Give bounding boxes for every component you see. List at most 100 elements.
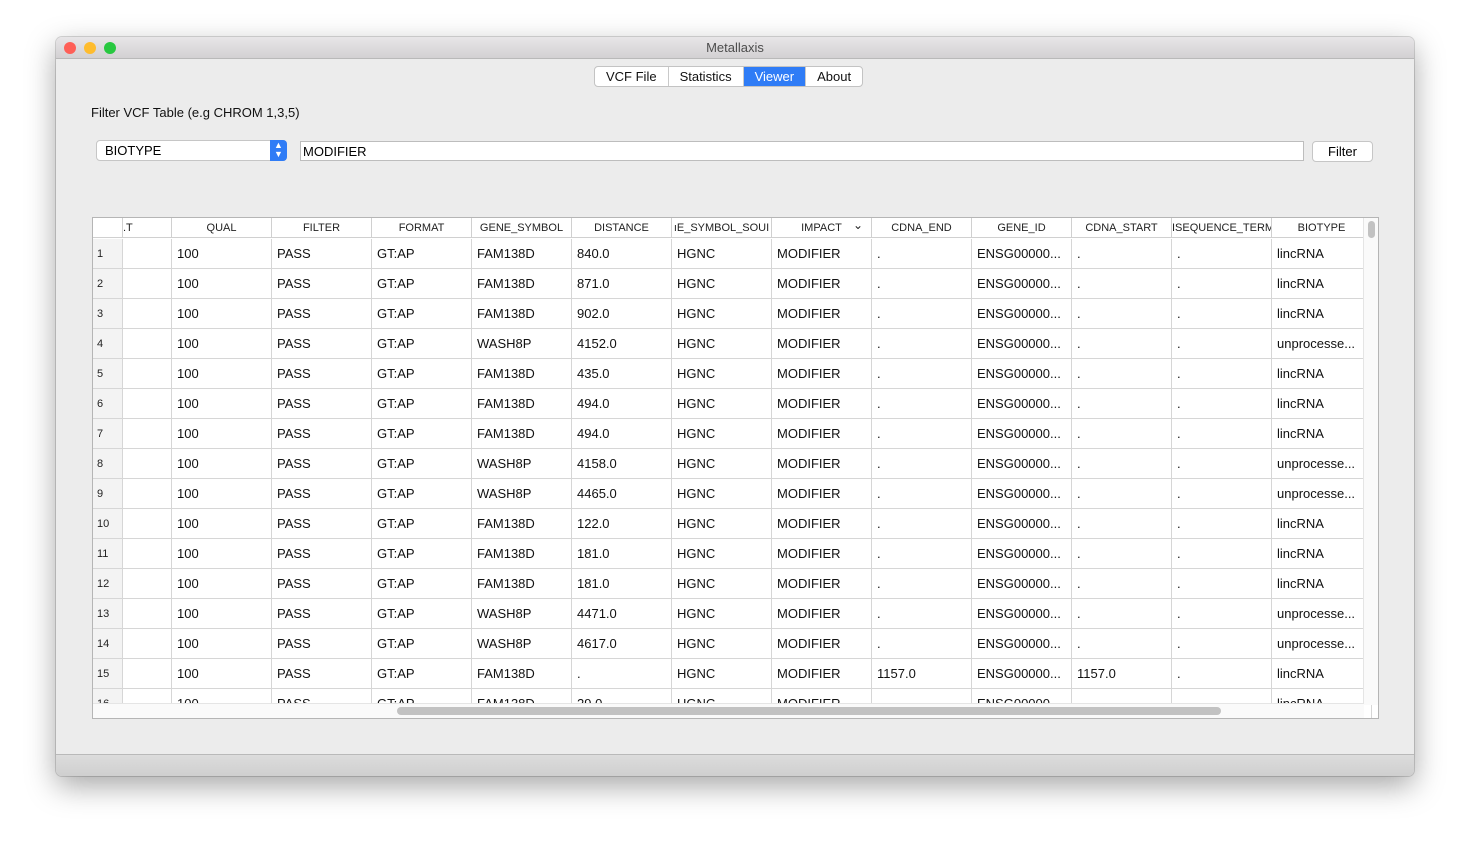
cell-biotype[interactable]: lincRNA bbox=[1272, 389, 1372, 418]
cell-gene-id[interactable]: ENSG00000... bbox=[972, 569, 1072, 598]
cell-distance[interactable]: 122.0 bbox=[572, 509, 672, 538]
cell-cdna-end[interactable]: . bbox=[872, 389, 972, 418]
cell-format[interactable]: GT:AP bbox=[372, 509, 472, 538]
cell-format[interactable]: GT:AP bbox=[372, 599, 472, 628]
cell-gene-id[interactable]: ENSG00000... bbox=[972, 359, 1072, 388]
tab-viewer[interactable]: Viewer bbox=[743, 67, 807, 86]
cell-distance[interactable]: 4617.0 bbox=[572, 629, 672, 658]
cell-qual[interactable]: 100 bbox=[172, 449, 272, 478]
cell-qual[interactable]: 100 bbox=[172, 269, 272, 298]
cell-filter[interactable]: PASS bbox=[272, 419, 372, 448]
cell-distance[interactable]: 840.0 bbox=[572, 239, 672, 268]
cell-gene-id[interactable]: ENSG00000... bbox=[972, 479, 1072, 508]
row-number[interactable]: 15 bbox=[93, 659, 123, 688]
cell-qual[interactable]: 100 bbox=[172, 299, 272, 328]
cell-gene-id[interactable]: ENSG00000... bbox=[972, 539, 1072, 568]
cell-lt[interactable] bbox=[123, 269, 172, 298]
cell-filter[interactable]: PASS bbox=[272, 509, 372, 538]
cell-gene-symbol[interactable]: FAM138D bbox=[472, 239, 572, 268]
cell-gene-symbol-source[interactable]: HGNC bbox=[672, 509, 772, 538]
cell-impact[interactable]: MODIFIER bbox=[772, 569, 872, 598]
row-number[interactable]: 10 bbox=[93, 509, 123, 538]
cell-format[interactable]: GT:AP bbox=[372, 419, 472, 448]
cell-qual[interactable]: 100 bbox=[172, 629, 272, 658]
cell-sequence-term[interactable]: . bbox=[1172, 389, 1272, 418]
cell-lt[interactable] bbox=[123, 539, 172, 568]
cell-sequence-term[interactable]: . bbox=[1172, 629, 1272, 658]
row-number[interactable]: 6 bbox=[93, 389, 123, 418]
column-header-biotype[interactable]: BIOTYPE bbox=[1272, 218, 1372, 237]
cell-cdna-start[interactable]: . bbox=[1072, 299, 1172, 328]
column-header-gene-symbol-source[interactable]: ıE_SYMBOL_SOUI bbox=[672, 218, 772, 237]
cell-format[interactable]: GT:AP bbox=[372, 269, 472, 298]
cell-biotype[interactable]: lincRNA bbox=[1272, 539, 1372, 568]
filter-value-input[interactable]: MODIFIER bbox=[300, 141, 1304, 161]
cell-sequence-term[interactable]: . bbox=[1172, 449, 1272, 478]
cell-cdna-end[interactable]: . bbox=[872, 599, 972, 628]
cell-impact[interactable]: MODIFIER bbox=[772, 359, 872, 388]
row-number[interactable]: 1 bbox=[93, 239, 123, 268]
cell-gene-symbol-source[interactable]: HGNC bbox=[672, 329, 772, 358]
cell-sequence-term[interactable]: . bbox=[1172, 479, 1272, 508]
column-header-filter[interactable]: FILTER bbox=[272, 218, 372, 237]
cell-sequence-term[interactable]: . bbox=[1172, 269, 1272, 298]
cell-filter[interactable]: PASS bbox=[272, 269, 372, 298]
cell-gene-id[interactable]: ENSG00000... bbox=[972, 449, 1072, 478]
cell-lt[interactable] bbox=[123, 359, 172, 388]
cell-gene-id[interactable]: ENSG00000... bbox=[972, 659, 1072, 688]
cell-filter[interactable]: PASS bbox=[272, 629, 372, 658]
cell-filter[interactable]: PASS bbox=[272, 299, 372, 328]
cell-cdna-end[interactable]: . bbox=[872, 329, 972, 358]
table-row[interactable]: 3 100 PASS GT:AP FAM138D 902.0 HGNC MODIFIER. EN… bbox=[93, 299, 1372, 329]
cell-gene-symbol[interactable]: FAM138D bbox=[472, 659, 572, 688]
cell-impact[interactable]: MODIFIER bbox=[772, 539, 872, 568]
cell-distance[interactable]: 871.0 bbox=[572, 269, 672, 298]
column-header-gene-symbol[interactable]: GENE_SYMBOL bbox=[472, 218, 572, 237]
column-select[interactable]: BIOTYPE ▲ ▼ bbox=[96, 140, 287, 161]
cell-gene-symbol-source[interactable]: HGNC bbox=[672, 389, 772, 418]
cell-biotype[interactable]: unprocesse... bbox=[1272, 599, 1372, 628]
cell-gene-symbol-source[interactable]: HGNC bbox=[672, 419, 772, 448]
cell-cdna-end[interactable]: . bbox=[872, 359, 972, 388]
cell-gene-symbol[interactable]: FAM138D bbox=[472, 419, 572, 448]
cell-distance[interactable]: . bbox=[572, 659, 672, 688]
horizontal-scrollbar[interactable] bbox=[93, 703, 1364, 718]
cell-cdna-end[interactable]: . bbox=[872, 569, 972, 598]
cell-format[interactable]: GT:AP bbox=[372, 539, 472, 568]
cell-gene-symbol[interactable]: WASH8P bbox=[472, 449, 572, 478]
cell-biotype[interactable]: lincRNA bbox=[1272, 509, 1372, 538]
cell-cdna-end[interactable]: . bbox=[872, 479, 972, 508]
cell-qual[interactable]: 100 bbox=[172, 569, 272, 598]
cell-format[interactable]: GT:AP bbox=[372, 659, 472, 688]
cell-cdna-end[interactable]: 1157.0 bbox=[872, 659, 972, 688]
cell-filter[interactable]: PASS bbox=[272, 539, 372, 568]
cell-filter[interactable]: PASS bbox=[272, 659, 372, 688]
cell-gene-symbol-source[interactable]: HGNC bbox=[672, 239, 772, 268]
column-header-format[interactable]: FORMAT bbox=[372, 218, 472, 237]
cell-format[interactable]: GT:AP bbox=[372, 449, 472, 478]
cell-sequence-term[interactable]: . bbox=[1172, 539, 1272, 568]
cell-sequence-term[interactable]: . bbox=[1172, 569, 1272, 598]
table-row[interactable]: 1 100 PASS GT:AP FAM138D 840.0 HGNC MODIFIER. EN… bbox=[93, 239, 1372, 269]
cell-lt[interactable] bbox=[123, 299, 172, 328]
table-row[interactable]: 5 100 PASS GT:AP FAM138D 435.0 HGNC MODIFIER. EN… bbox=[93, 359, 1372, 389]
cell-filter[interactable]: PASS bbox=[272, 359, 372, 388]
row-number[interactable]: 7 bbox=[93, 419, 123, 448]
cell-gene-id[interactable]: ENSG00000... bbox=[972, 629, 1072, 658]
cell-cdna-end[interactable]: . bbox=[872, 239, 972, 268]
row-number[interactable]: 2 bbox=[93, 269, 123, 298]
cell-distance[interactable]: 4152.0 bbox=[572, 329, 672, 358]
cell-cdna-start[interactable]: 1157.0 bbox=[1072, 659, 1172, 688]
cell-qual[interactable]: 100 bbox=[172, 329, 272, 358]
cell-gene-symbol-source[interactable]: HGNC bbox=[672, 359, 772, 388]
cell-cdna-start[interactable]: . bbox=[1072, 539, 1172, 568]
cell-lt[interactable] bbox=[123, 389, 172, 418]
cell-cdna-end[interactable]: . bbox=[872, 539, 972, 568]
cell-biotype[interactable]: lincRNA bbox=[1272, 659, 1372, 688]
cell-sequence-term[interactable]: . bbox=[1172, 299, 1272, 328]
cell-cdna-start[interactable]: . bbox=[1072, 269, 1172, 298]
cell-distance[interactable]: 181.0 bbox=[572, 569, 672, 598]
table-row[interactable]: 15 100 PASS GT:AP FAM138D. HGNC MODIFIER 1157.0… bbox=[93, 659, 1372, 689]
cell-cdna-start[interactable]: . bbox=[1072, 419, 1172, 448]
cell-cdna-start[interactable]: . bbox=[1072, 449, 1172, 478]
